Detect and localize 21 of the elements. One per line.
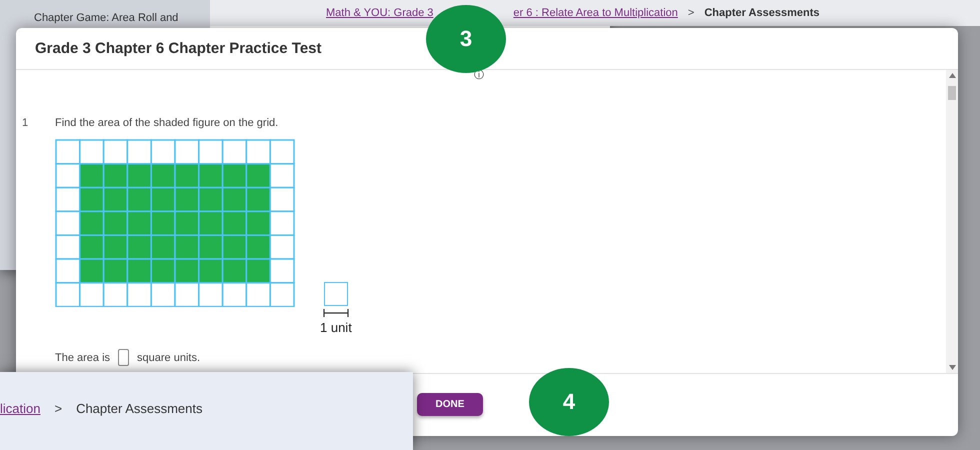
- sidebar-item[interactable]: Chapter Game: Area Roll and: [34, 12, 178, 24]
- breadcrumb-current: Chapter Assessments: [76, 400, 203, 416]
- unit-square: [324, 282, 348, 306]
- breadcrumb-link[interactable]: er 6 : Relate Area to Multiplication: [513, 7, 678, 19]
- breadcrumb-separator: >: [688, 7, 694, 19]
- breadcrumb-separator: >: [54, 400, 62, 416]
- breadcrumb-link[interactable]: lication: [0, 400, 40, 416]
- scrollbar[interactable]: [946, 70, 958, 373]
- done-button[interactable]: DONE: [417, 392, 483, 416]
- unit-label: 1 unit: [320, 320, 352, 335]
- breadcrumb-current: Chapter Assessments: [704, 7, 820, 19]
- scroll-up-icon[interactable]: [948, 73, 956, 78]
- scroll-down-icon[interactable]: [948, 365, 956, 370]
- question-prompt: Find the area of the shaded figure on the grid.: [55, 117, 280, 129]
- question-number: 1: [22, 117, 30, 131]
- scrollbar-thumb[interactable]: [948, 86, 956, 100]
- answer-box[interactable]: [118, 349, 130, 366]
- answer-text: square units.: [137, 352, 200, 364]
- dialog-title: Grade 3 Chapter 6 Chapter Practice Test: [35, 40, 322, 57]
- answer-text: The area is: [55, 352, 110, 364]
- unit-length-marker: [322, 309, 349, 317]
